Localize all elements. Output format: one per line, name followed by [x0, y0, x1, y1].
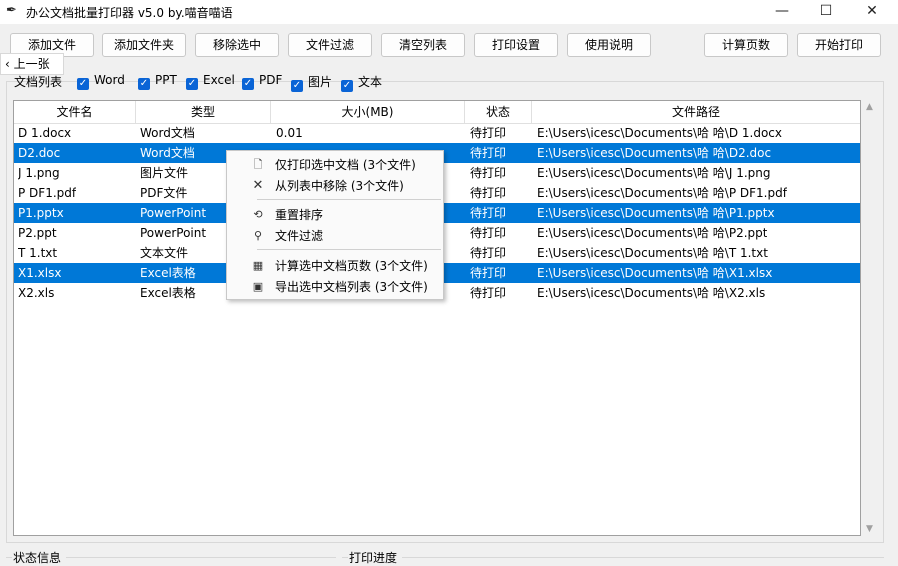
file-filter-button[interactable]: 文件过滤: [288, 33, 372, 57]
filter-text-checkbox[interactable]: ✓ 文本: [341, 73, 382, 92]
context-menu: 🗋 仅打印选中文档 (3个文件) ✕ 从列表中移除 (3个文件) ⟲ 重置排序 …: [226, 150, 444, 300]
table-header: 文件名 类型 大小(MB) 状态 文件路径: [14, 101, 860, 124]
count-pages-button[interactable]: 计算页数: [704, 33, 788, 57]
table-row[interactable]: D 1.docx Word文档 0.01 待打印 E:\Users\icesc\…: [14, 123, 860, 143]
x-icon: ✕: [252, 178, 264, 193]
column-header-size[interactable]: 大小(MB): [271, 101, 465, 123]
divider: [6, 557, 12, 558]
divider: [66, 557, 336, 558]
previous-image-tip[interactable]: ‹ 上一张: [0, 53, 64, 75]
column-header-name[interactable]: 文件名: [14, 101, 136, 123]
close-icon[interactable]: ✕: [852, 0, 892, 24]
scroll-down-icon[interactable]: ▼: [866, 524, 873, 534]
column-header-path[interactable]: 文件路径: [532, 101, 860, 123]
clear-list-button[interactable]: 清空列表: [381, 33, 465, 57]
menu-separator: [257, 249, 441, 250]
menu-item-export-list[interactable]: ▣ 导出选中文档列表 (3个文件): [227, 277, 443, 297]
previous-image-label: 上一张: [13, 57, 50, 71]
maximize-icon[interactable]: ☐: [806, 0, 846, 24]
floppy-disk-icon: ▣: [252, 280, 264, 293]
document-list-label: 文档列表: [14, 75, 63, 89]
menu-item-remove-from-list[interactable]: ✕ 从列表中移除 (3个文件): [227, 176, 443, 196]
column-header-status[interactable]: 状态: [465, 101, 532, 123]
check-icon: ✓: [291, 80, 303, 92]
print-progress-label: 打印进度: [349, 551, 398, 565]
filter-ppt-checkbox[interactable]: ✓ PPT: [138, 73, 177, 90]
reset-icon: ⟲: [253, 208, 263, 221]
menu-item-count-pages[interactable]: ▦ 计算选中文档页数 (3个文件): [227, 256, 443, 276]
print-settings-button[interactable]: 打印设置: [474, 33, 558, 57]
menu-separator: [257, 199, 441, 200]
menu-item-print-selected[interactable]: 🗋 仅打印选中文档 (3个文件): [227, 155, 443, 175]
menu-item-file-filter[interactable]: ⚲ 文件过滤: [227, 226, 443, 246]
vertical-scrollbar[interactable]: ▲ ▼: [862, 100, 878, 536]
check-icon: ✓: [77, 78, 89, 90]
filter-excel-checkbox[interactable]: ✓ Excel: [186, 73, 235, 90]
check-icon: ✓: [138, 78, 150, 90]
check-icon: ✓: [186, 78, 198, 90]
remove-selected-button[interactable]: 移除选中: [195, 33, 279, 57]
title-bar: ✒ 办公文档批量打印器 v5.0 by.喵音喵语 — ☐ ✕: [0, 0, 898, 24]
check-icon: ✓: [341, 80, 353, 92]
feather-icon: ✒: [6, 3, 17, 18]
column-header-type[interactable]: 类型: [136, 101, 271, 123]
magnifier-icon: ⚲: [253, 229, 263, 242]
divider: [342, 557, 348, 558]
check-icon: ✓: [242, 78, 254, 90]
bar-chart-icon: ▦: [252, 259, 264, 272]
scroll-up-icon[interactable]: ▲: [866, 102, 873, 112]
start-print-button[interactable]: 开始打印: [797, 33, 881, 57]
filter-word-checkbox[interactable]: ✓ Word: [77, 73, 125, 90]
filter-image-checkbox[interactable]: ✓ 图片: [291, 73, 332, 92]
status-info-label: 状态信息: [13, 551, 62, 565]
document-icon: 🗋: [253, 158, 263, 171]
divider: [402, 557, 884, 558]
menu-item-reset-sort[interactable]: ⟲ 重置排序: [227, 205, 443, 225]
minimize-icon[interactable]: —: [762, 0, 802, 24]
instructions-button[interactable]: 使用说明: [567, 33, 651, 57]
add-folder-button[interactable]: 添加文件夹: [102, 33, 186, 57]
window-title: 办公文档批量打印器 v5.0 by.喵音喵语: [26, 6, 233, 20]
filter-pdf-checkbox[interactable]: ✓ PDF: [242, 73, 282, 90]
chevron-left-icon: ‹: [5, 57, 10, 71]
